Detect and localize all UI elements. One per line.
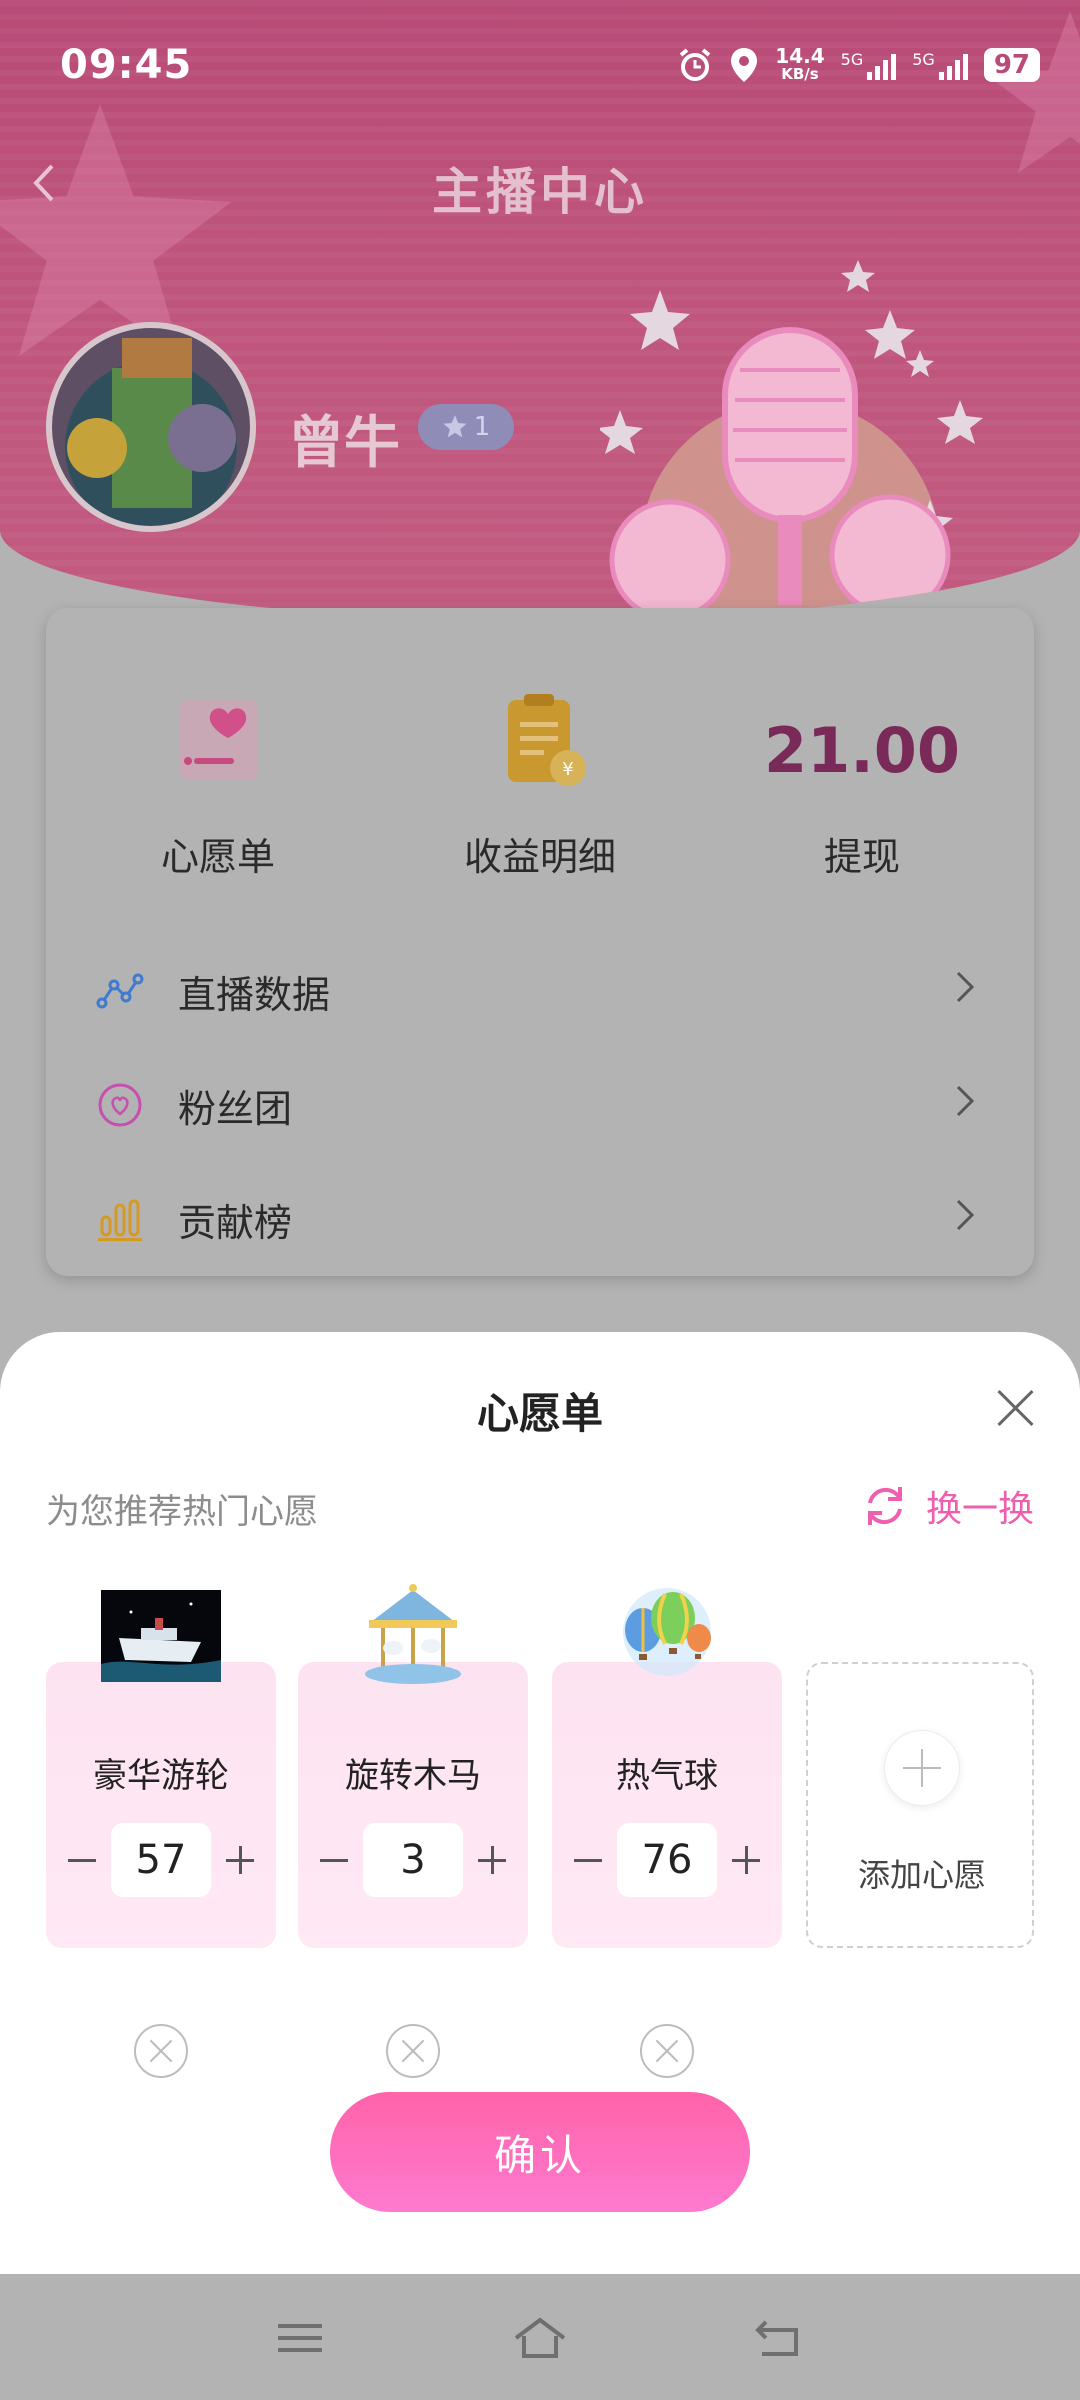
wishlist-sheet: 心愿单 为您推荐热门心愿 换一换 豪华游轮 57 旋转木马 3 热气球 76 添… bbox=[0, 1332, 1080, 2274]
withdraw-entry[interactable]: 21.00 提现 bbox=[722, 688, 1002, 881]
sim2-label: 5G bbox=[912, 50, 935, 69]
level-value: 1 bbox=[473, 412, 491, 442]
avatar-image bbox=[67, 338, 236, 508]
location-icon bbox=[731, 48, 758, 82]
quantity-field[interactable]: 57 bbox=[111, 1823, 211, 1897]
menu-label: 贡献榜 bbox=[178, 1200, 293, 1245]
menu-item-contribution-rank[interactable]: 贡献榜 bbox=[46, 1164, 1034, 1274]
plus-button[interactable] bbox=[474, 1842, 510, 1878]
home-icon[interactable] bbox=[512, 2314, 568, 2362]
carousel-image bbox=[365, 1584, 461, 1684]
bar-chart-icon bbox=[92, 1196, 148, 1242]
sheet-title: 心愿单 bbox=[476, 1389, 603, 1438]
avatar[interactable] bbox=[46, 322, 256, 532]
speed-value: 14.4 bbox=[775, 44, 825, 68]
income-detail-entry[interactable]: ¥ 收益明细 bbox=[400, 688, 680, 881]
line-chart-icon bbox=[92, 968, 148, 1014]
signal-sim2: 5G bbox=[912, 50, 968, 80]
hot-air-balloon-image bbox=[623, 1588, 711, 1676]
plus-button[interactable] bbox=[728, 1842, 764, 1878]
menu-item-live-data[interactable]: 直播数据 bbox=[46, 936, 1034, 1046]
back-nav-icon[interactable] bbox=[752, 2314, 808, 2362]
remove-gift-button[interactable] bbox=[640, 2024, 694, 2078]
status-time: 09:45 bbox=[60, 42, 193, 88]
add-wish-button[interactable]: 添加心愿 bbox=[806, 1662, 1034, 1948]
minus-button[interactable] bbox=[570, 1842, 606, 1878]
chevron-right-icon bbox=[954, 1195, 994, 1244]
anchor-card: 心愿单 ¥ 收益明细 21.00 提现 直播数据 粉丝团 贡献榜 bbox=[46, 608, 1034, 1276]
withdraw-label: 提现 bbox=[823, 835, 900, 879]
star-icon bbox=[443, 415, 467, 438]
page-title: 主播中心 bbox=[432, 163, 648, 221]
system-nav-bar bbox=[0, 2274, 1080, 2400]
withdraw-amount: 21.00 bbox=[763, 714, 961, 787]
minus-button[interactable] bbox=[64, 1842, 100, 1878]
quantity-field[interactable]: 3 bbox=[363, 1823, 463, 1897]
microphone-illustration-icon bbox=[600, 260, 983, 620]
status-icons: 14.4 KB/s 5G 5G 97 bbox=[677, 46, 1040, 84]
gift-list: 豪华游轮 57 旋转木马 3 热气球 76 添加心愿 bbox=[46, 1582, 1034, 2078]
quantity-stepper: 76 bbox=[552, 1820, 782, 1900]
sim1-label: 5G bbox=[840, 50, 864, 69]
remove-gift-button[interactable] bbox=[134, 2024, 188, 2078]
chevron-right-icon bbox=[954, 1081, 994, 1130]
menu-label: 粉丝团 bbox=[178, 1086, 293, 1131]
wishlist-icon bbox=[158, 688, 278, 798]
wishlist-entry[interactable]: 心愿单 bbox=[78, 688, 358, 881]
quantity-stepper: 57 bbox=[46, 1820, 276, 1900]
gift-name: 热气球 bbox=[616, 1756, 718, 1796]
gift-tile[interactable] bbox=[552, 1662, 782, 1948]
add-wish-label: 添加心愿 bbox=[857, 1856, 986, 1894]
refresh-icon bbox=[867, 1487, 902, 1525]
confirm-button[interactable]: 确认 bbox=[330, 2092, 750, 2212]
gift-tile[interactable] bbox=[46, 1662, 276, 1948]
alarm-icon bbox=[680, 48, 711, 81]
plus-button[interactable] bbox=[222, 1842, 258, 1878]
heart-circle-icon bbox=[92, 1082, 148, 1128]
refresh-button[interactable]: 换一换 bbox=[862, 1480, 1034, 1532]
gift-name: 旋转木马 bbox=[345, 1756, 481, 1796]
signal-bars-icon bbox=[867, 50, 897, 80]
chevron-right-icon bbox=[954, 967, 994, 1016]
level-badge: 1 bbox=[418, 404, 514, 450]
network-speed: 14.4 KB/s bbox=[775, 44, 825, 83]
speed-unit: KB/s bbox=[781, 65, 819, 83]
quantity-field[interactable]: 76 bbox=[617, 1823, 717, 1897]
svg-text:¥: ¥ bbox=[562, 759, 573, 780]
income-document-icon: ¥ bbox=[480, 688, 600, 798]
refresh-label: 换一换 bbox=[925, 1489, 1034, 1530]
status-bar: 09:45 14.4 KB/s 5G 5G 97 bbox=[0, 0, 1080, 130]
menu-label: 直播数据 bbox=[178, 972, 331, 1017]
minus-button[interactable] bbox=[316, 1842, 352, 1878]
wishlist-label: 心愿单 bbox=[160, 835, 275, 879]
menu-icon[interactable] bbox=[272, 2314, 328, 2362]
gift-tile[interactable] bbox=[298, 1662, 528, 1948]
signal-sim1: 5G bbox=[841, 50, 897, 80]
plus-icon bbox=[884, 1730, 960, 1806]
close-button[interactable] bbox=[992, 1384, 1040, 1432]
cruise-ship-image bbox=[101, 1590, 221, 1682]
gift-name: 豪华游轮 bbox=[93, 1756, 229, 1796]
remove-gift-button[interactable] bbox=[386, 2024, 440, 2078]
battery-level: 97 bbox=[983, 48, 1040, 82]
signal-bars-icon bbox=[938, 50, 968, 80]
menu-item-fan-club[interactable]: 粉丝团 bbox=[46, 1050, 1034, 1160]
quantity-stepper: 3 bbox=[298, 1820, 528, 1900]
username: 曾牛 bbox=[288, 411, 400, 476]
income-detail-label: 收益明细 bbox=[463, 835, 616, 879]
recommend-text: 为您推荐热门心愿 bbox=[46, 1492, 318, 1532]
